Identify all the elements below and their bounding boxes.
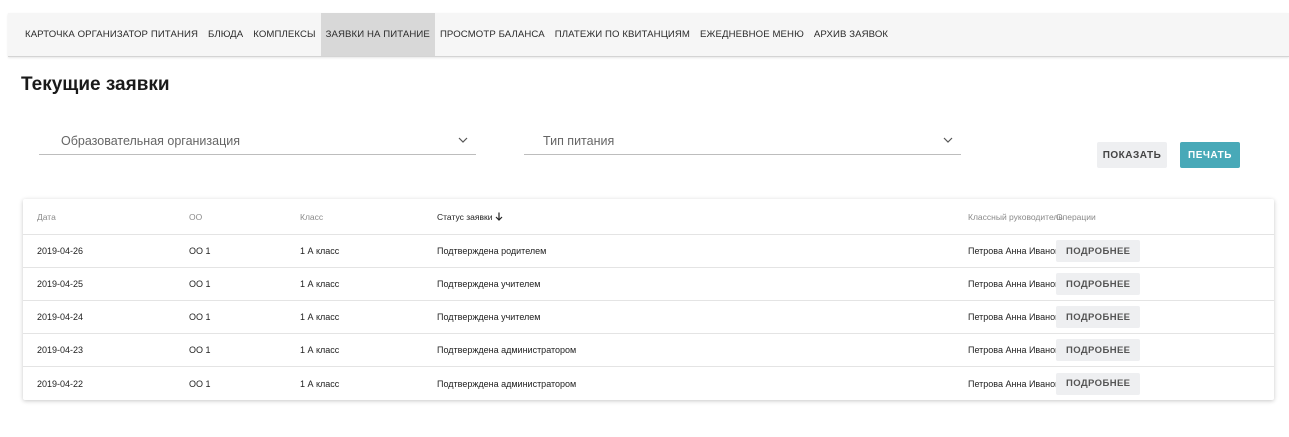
details-button[interactable]: ПОДРОБНЕЕ [1056,273,1141,295]
cell-operations: ПОДРОБНЕЕ [1056,235,1141,267]
cell-class: 1 А класс [300,312,340,322]
cell-operations: ПОДРОБНЕЕ [1056,334,1141,366]
print-button[interactable]: ПЕЧАТЬ [1180,142,1240,168]
details-button[interactable]: ПОДРОБНЕЕ [1056,339,1141,361]
organization-select[interactable]: Образовательная организация [39,127,476,155]
cell-status: Подтверждена учителем [437,279,541,289]
details-button[interactable]: ПОДРОБНЕЕ [1056,372,1141,395]
chevron-down-icon [458,135,468,146]
cell-teacher: Петрова Анна Ивановна [968,246,1070,256]
show-button[interactable]: ПОКАЗАТЬ [1097,142,1167,168]
cell-teacher: Петрова Анна Ивановна [968,312,1070,322]
organization-select-placeholder: Образовательная организация [61,133,241,148]
cell-date: 2019-04-22 [37,378,84,389]
meal-type-select[interactable]: Тип питания [524,127,961,155]
table-row: 2019-04-23 ОО 1 1 А класс Подтверждена а… [23,334,1274,367]
cell-oo: ОО 1 [189,312,211,322]
cell-operations: ПОДРОБНЕЕ [1056,367,1141,400]
header-teacher[interactable]: Классный руководитель [968,199,1063,234]
nav-item-dishes[interactable]: БЛЮДА [203,13,248,56]
nav-item-requests-archive[interactable]: АРХИВ ЗАЯВОК [809,13,893,56]
table-row: 2019-04-22 ОО 1 1 А класс Подтверждена а… [23,367,1274,400]
cell-teacher: Петрова Анна Ивановна [968,378,1070,389]
cell-date: 2019-04-24 [37,312,84,322]
cell-oo: ОО 1 [189,345,211,355]
cell-date: 2019-04-26 [37,246,84,256]
header-status[interactable]: Статус заявки [437,199,503,234]
cell-teacher: Петрова Анна Ивановна [968,345,1070,355]
cell-class: 1 А класс [300,378,340,389]
cell-status: Подтверждена родителем [437,246,547,256]
nav-item-meal-requests[interactable]: ЗАЯВКИ НА ПИТАНИЕ [320,13,435,56]
header-oo[interactable]: ОО [189,199,202,234]
table-header-row: Дата ОО Класс Статус заявки Классный рук… [23,199,1274,235]
cell-oo: ОО 1 [189,378,211,389]
cell-oo: ОО 1 [189,279,211,289]
meal-type-select-placeholder: Тип питания [543,133,615,148]
nav-item-complexes[interactable]: КОМПЛЕКСЫ [248,13,320,56]
cell-date: 2019-04-25 [37,279,84,289]
requests-table: Дата ОО Класс Статус заявки Классный рук… [23,199,1274,400]
cell-status: Подтверждена учителем [437,312,541,322]
table-row: 2019-04-24 ОО 1 1 А класс Подтверждена у… [23,301,1274,334]
header-date[interactable]: Дата [37,199,56,234]
table-row: 2019-04-26 ОО 1 1 А класс Подтверждена р… [23,235,1274,268]
cell-class: 1 А класс [300,345,340,355]
cell-status: Подтверждена администратором [437,345,577,355]
cell-class: 1 А класс [300,246,340,256]
details-button[interactable]: ПОДРОБНЕЕ [1056,240,1141,262]
details-button[interactable]: ПОДРОБНЕЕ [1056,306,1141,328]
nav-item-organizer-card[interactable]: КАРТОЧКА ОРГАНИЗАТОР ПИТАНИЯ [20,13,203,56]
arrow-down-icon [495,212,503,221]
cell-teacher: Петрова Анна Ивановна [968,279,1070,289]
header-status-label: Статус заявки [437,211,493,222]
cell-class: 1 А класс [300,279,340,289]
cell-status: Подтверждена администратором [437,378,577,389]
nav-item-daily-menu[interactable]: ЕЖЕДНЕВНОЕ МЕНЮ [695,13,809,56]
nav-item-receipt-payments[interactable]: ПЛАТЕЖИ ПО КВИТАНЦИЯМ [550,13,695,56]
chevron-down-icon [943,135,953,146]
header-operations: Операции [1056,211,1096,222]
table-row: 2019-04-25 ОО 1 1 А класс Подтверждена у… [23,268,1274,301]
cell-operations: ПОДРОБНЕЕ [1056,268,1141,300]
top-nav: КАРТОЧКА ОРГАНИЗАТОР ПИТАНИЯ БЛЮДА КОМПЛ… [8,13,1289,57]
cell-oo: ОО 1 [189,246,211,256]
header-class[interactable]: Класс [300,199,323,234]
cell-operations: ПОДРОБНЕЕ [1056,301,1141,333]
cell-date: 2019-04-23 [37,345,84,355]
page-title: Текущие заявки [21,74,170,95]
nav-item-balance[interactable]: ПРОСМОТР БАЛАНСА [435,13,550,56]
